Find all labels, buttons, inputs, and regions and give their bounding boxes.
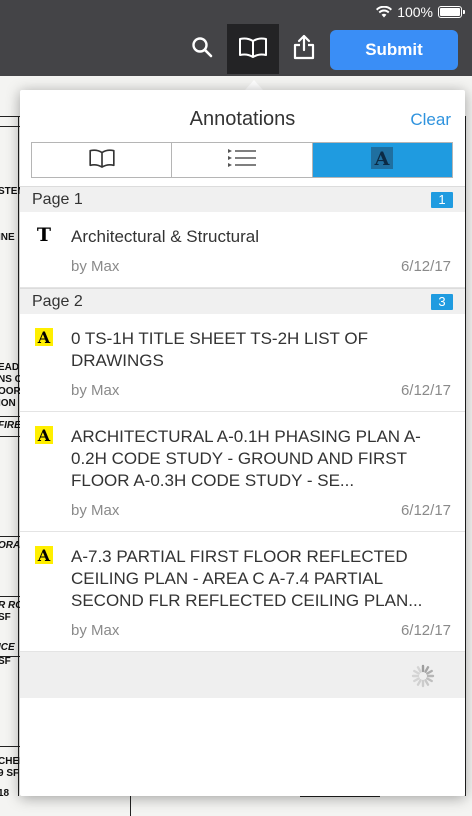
status-bar: 100%: [376, 4, 465, 20]
annotation-item[interactable]: A ARCHITECTURAL A-0.1H PHASING PLAN A-0.…: [20, 412, 465, 532]
annotation-meta: by Max 6/12/17: [71, 258, 451, 275]
doc-label: SF: [0, 612, 11, 623]
annotation-author: by Max: [71, 622, 120, 639]
annotation-item[interactable]: A A-7.3 PARTIAL FIRST FLOOR REFLECTED CE…: [20, 532, 465, 652]
doc-label: OOR: [0, 386, 21, 397]
doc-line: [0, 416, 20, 417]
doc-line: [0, 536, 20, 537]
clear-button[interactable]: Clear: [410, 110, 451, 130]
doc-line: [0, 596, 20, 597]
highlight-annotation-icon: A: [35, 328, 53, 347]
loading-row: [20, 652, 465, 698]
count-badge: 3: [431, 293, 453, 310]
doc-line: [0, 436, 20, 437]
annotation-author: by Max: [71, 502, 120, 519]
top-toolbar: 100% Submit: [0, 0, 472, 76]
doc-line: [300, 796, 380, 797]
annotation-item[interactable]: T Architectural & Structural by Max 6/12…: [20, 212, 465, 288]
search-icon: [191, 36, 213, 63]
spinner-icon: [411, 664, 435, 693]
popover-title: Annotations: [189, 108, 296, 130]
text-annotation-icon: T: [36, 224, 52, 246]
popover-header: Annotations Clear: [20, 90, 465, 138]
doc-label: INE: [0, 232, 15, 243]
doc-label: ION: [0, 398, 16, 409]
share-icon: [293, 34, 315, 65]
doc-label: SF: [0, 656, 11, 667]
annotation-date: 6/12/17: [400, 622, 451, 639]
doc-label: ORA: [0, 540, 21, 551]
annotation-author: by Max: [71, 382, 120, 399]
annotations-button[interactable]: [227, 24, 279, 74]
section-header-page-2: Page 2 3: [20, 288, 465, 314]
highlight-annotation-icon: A: [35, 426, 53, 445]
annotation-meta: by Max 6/12/17: [71, 382, 451, 399]
popover-arrow: [245, 80, 263, 90]
submit-button[interactable]: Submit: [330, 30, 458, 70]
search-button[interactable]: [176, 24, 228, 74]
annotation-date: 6/12/17: [400, 382, 451, 399]
open-book-icon: [88, 148, 116, 173]
annotation-meta: by Max 6/12/17: [71, 502, 451, 519]
annotation-date: 6/12/17: [400, 502, 451, 519]
doc-line: [18, 116, 19, 796]
list-icon: [227, 148, 257, 173]
doc-line: [0, 116, 20, 117]
tab-annotations[interactable]: A: [312, 143, 452, 177]
annotation-item[interactable]: A 0 TS-1H TITLE SHEET TS-2H LIST OF DRAW…: [20, 314, 465, 412]
tab-outline[interactable]: [172, 143, 313, 177]
battery-icon: [438, 6, 465, 18]
doc-line: [465, 116, 466, 796]
annotation-date: 6/12/17: [400, 258, 451, 275]
annotation-author: by Max: [71, 258, 120, 275]
annotation-meta: by Max 6/12/17: [71, 622, 451, 639]
annotation-text: A-7.3 PARTIAL FIRST FLOOR REFLECTED CEIL…: [71, 547, 423, 610]
battery-level: [440, 8, 460, 16]
annotation-list: Page 1 1 T Architectural & Structural by…: [20, 186, 465, 698]
count-badge: 1: [431, 191, 453, 208]
annotation-text: 0 TS-1H TITLE SHEET TS-2H LIST OF DRAWIN…: [71, 329, 368, 370]
share-button[interactable]: [278, 24, 330, 74]
doc-line: [0, 126, 20, 127]
wifi-icon: [376, 6, 393, 18]
annotation-filter-tabs: A: [31, 142, 453, 178]
section-label: Page 2: [32, 292, 83, 310]
svg-text:A: A: [374, 148, 390, 169]
annotation-a-icon: A: [371, 146, 394, 174]
annotation-text: Architectural & Structural: [71, 227, 260, 246]
section-header-page-1: Page 1 1: [20, 186, 465, 212]
highlight-annotation-icon: A: [35, 546, 53, 565]
tab-bookmarks[interactable]: [32, 143, 173, 177]
doc-label: 9 SF: [0, 768, 20, 779]
annotations-popover: Annotations Clear A Page 1 1 T Architect: [20, 90, 465, 796]
doc-label: 18: [0, 788, 10, 799]
open-book-icon: [238, 36, 268, 63]
doc-line: [0, 746, 20, 747]
doc-label: ICE: [0, 642, 15, 653]
section-label: Page 1: [32, 190, 83, 208]
doc-label: FIRE: [0, 420, 21, 431]
annotation-text: ARCHITECTURAL A-0.1H PHASING PLAN A-0.2H…: [71, 427, 421, 490]
battery-percentage: 100%: [397, 4, 433, 20]
doc-line: [130, 794, 131, 816]
